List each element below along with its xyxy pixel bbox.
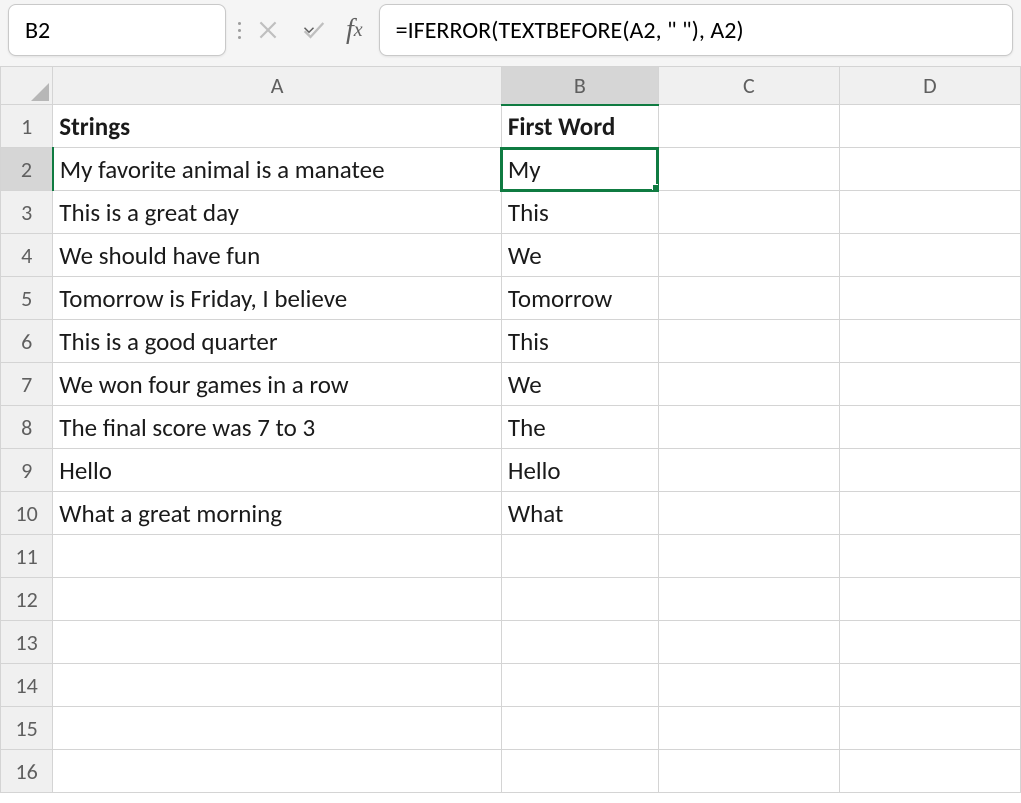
- row-header[interactable]: 6: [1, 320, 53, 363]
- name-box[interactable]: [8, 4, 226, 56]
- cell-D11[interactable]: [839, 535, 1020, 578]
- col-header-D[interactable]: D: [839, 67, 1020, 105]
- row-header[interactable]: 3: [1, 191, 53, 234]
- cell-B6[interactable]: This: [501, 320, 658, 363]
- cell-C11[interactable]: [658, 535, 839, 578]
- cell-A12[interactable]: [53, 578, 502, 621]
- cell-C15[interactable]: [658, 707, 839, 750]
- cell-C10[interactable]: [658, 492, 839, 535]
- cell-C6[interactable]: [658, 320, 839, 363]
- cell-C2[interactable]: [658, 148, 839, 191]
- cell-B2[interactable]: My: [501, 148, 658, 191]
- cell-D3[interactable]: [839, 191, 1020, 234]
- cell-C4[interactable]: [658, 234, 839, 277]
- enter-icon[interactable]: [294, 10, 334, 50]
- cell-B14[interactable]: [501, 664, 658, 707]
- cell-C9[interactable]: [658, 449, 839, 492]
- row-header[interactable]: 12: [1, 578, 53, 621]
- cell-D15[interactable]: [839, 707, 1020, 750]
- cell-C1[interactable]: [658, 105, 839, 148]
- row-header[interactable]: 10: [1, 492, 53, 535]
- cell-B7[interactable]: We: [501, 363, 658, 406]
- cell-B9[interactable]: Hello: [501, 449, 658, 492]
- row-header[interactable]: 11: [1, 535, 53, 578]
- cell-A4[interactable]: We should have fun: [53, 234, 502, 277]
- formula-box[interactable]: [379, 4, 1013, 56]
- cell-D8[interactable]: [839, 406, 1020, 449]
- formula-bar-tools: fx: [236, 4, 369, 56]
- cell-D6[interactable]: [839, 320, 1020, 363]
- cell-A8[interactable]: The final score was 7 to 3: [53, 406, 502, 449]
- cell-A3[interactable]: This is a great day: [53, 191, 502, 234]
- row-header[interactable]: 8: [1, 406, 53, 449]
- cell-B1[interactable]: First Word: [501, 105, 658, 148]
- cell-D9[interactable]: [839, 449, 1020, 492]
- cell-C8[interactable]: [658, 406, 839, 449]
- worksheet[interactable]: A B C D 1StringsFirst Word 2My favorite a…: [0, 66, 1021, 803]
- cell-A7[interactable]: We won four games in a row: [53, 363, 502, 406]
- cell-D13[interactable]: [839, 621, 1020, 664]
- cell-B4[interactable]: We: [501, 234, 658, 277]
- row-header[interactable]: 7: [1, 363, 53, 406]
- grip-icon: [236, 13, 242, 47]
- cell-B12[interactable]: [501, 578, 658, 621]
- cell-A10[interactable]: What a great morning: [53, 492, 502, 535]
- cancel-icon[interactable]: [248, 10, 288, 50]
- cell-C16[interactable]: [658, 750, 839, 793]
- cell-D14[interactable]: [839, 664, 1020, 707]
- fx-icon[interactable]: fx: [340, 14, 369, 46]
- col-header-A[interactable]: A: [53, 67, 502, 105]
- row-header[interactable]: 4: [1, 234, 53, 277]
- cell-D10[interactable]: [839, 492, 1020, 535]
- cell-D5[interactable]: [839, 277, 1020, 320]
- cell-C13[interactable]: [658, 621, 839, 664]
- col-header-C[interactable]: C: [658, 67, 839, 105]
- row-header[interactable]: 14: [1, 664, 53, 707]
- cell-B8[interactable]: The: [501, 406, 658, 449]
- cell-A1[interactable]: Strings: [53, 105, 502, 148]
- cell-C5[interactable]: [658, 277, 839, 320]
- row-header[interactable]: 2: [1, 148, 53, 191]
- cell-A2[interactable]: My favorite animal is a manatee: [53, 148, 502, 191]
- cell-D4[interactable]: [839, 234, 1020, 277]
- cell-C7[interactable]: [658, 363, 839, 406]
- select-all-corner[interactable]: [1, 67, 53, 105]
- cell-B13[interactable]: [501, 621, 658, 664]
- grid-table: A B C D 1StringsFirst Word 2My favorite a…: [0, 66, 1021, 793]
- cell-D2[interactable]: [839, 148, 1020, 191]
- cell-B16[interactable]: [501, 750, 658, 793]
- row-header[interactable]: 13: [1, 621, 53, 664]
- formula-bar: fx: [0, 0, 1021, 66]
- formula-input[interactable]: [394, 15, 998, 46]
- cell-A16[interactable]: [53, 750, 502, 793]
- row-header[interactable]: 9: [1, 449, 53, 492]
- cell-B10[interactable]: What: [501, 492, 658, 535]
- cell-A6[interactable]: This is a good quarter: [53, 320, 502, 363]
- cell-B3[interactable]: This: [501, 191, 658, 234]
- row-header[interactable]: 16: [1, 750, 53, 793]
- cell-D7[interactable]: [839, 363, 1020, 406]
- cell-D16[interactable]: [839, 750, 1020, 793]
- cell-A11[interactable]: [53, 535, 502, 578]
- row-header[interactable]: 5: [1, 277, 53, 320]
- row-header[interactable]: 15: [1, 707, 53, 750]
- cell-C12[interactable]: [658, 578, 839, 621]
- cell-A14[interactable]: [53, 664, 502, 707]
- cell-B15[interactable]: [501, 707, 658, 750]
- cell-B5[interactable]: Tomorrow: [501, 277, 658, 320]
- cell-A9[interactable]: Hello: [53, 449, 502, 492]
- row-header[interactable]: 1: [1, 105, 53, 148]
- cell-A13[interactable]: [53, 621, 502, 664]
- cell-C3[interactable]: [658, 191, 839, 234]
- cell-B11[interactable]: [501, 535, 658, 578]
- cell-A5[interactable]: Tomorrow is Friday, I believe: [53, 277, 502, 320]
- col-header-B[interactable]: B: [501, 67, 658, 105]
- cell-C14[interactable]: [658, 664, 839, 707]
- cell-A15[interactable]: [53, 707, 502, 750]
- cell-D1[interactable]: [839, 105, 1020, 148]
- cell-D12[interactable]: [839, 578, 1020, 621]
